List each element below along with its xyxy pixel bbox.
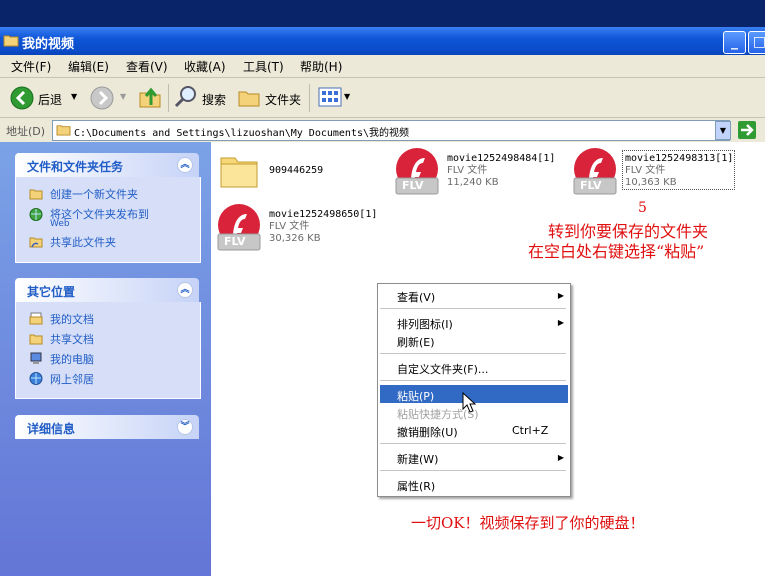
network-places-link[interactable]: 网上邻居 <box>50 371 94 387</box>
menu-file[interactable]: 文件(F) <box>11 58 51 75</box>
file-name[interactable]: 909446259 <box>269 165 323 177</box>
file-size: 11,240 KB <box>447 177 499 188</box>
forward-arrow-icon[interactable] <box>90 86 114 110</box>
menu-item-undo-delete[interactable]: 撤销删除(U) <box>397 424 458 440</box>
address-label: 地址(D) <box>6 125 46 138</box>
file-size: 10,363 KB <box>625 177 677 188</box>
panel-file-tasks-header[interactable]: 文件和文件夹任务 ︽ <box>15 153 199 177</box>
toolbar <box>0 78 765 118</box>
file-name[interactable]: movie1252498313[1] <box>625 153 733 165</box>
search-icon[interactable] <box>174 85 198 109</box>
window-title: 我的视频 <box>22 37 75 52</box>
publish-folder-link-web[interactable]: Web <box>50 219 70 229</box>
shared-documents-link[interactable]: 共享文档 <box>50 331 94 347</box>
panel-details-header[interactable]: 详细信息 ︾ <box>15 415 199 439</box>
folder-icon <box>56 125 71 136</box>
menu-item-arrange-icons[interactable]: 排列图标(I) <box>397 316 453 332</box>
panel-title: 文件和文件夹任务 <box>27 160 124 174</box>
file-size: 30,326 KB <box>269 233 321 244</box>
folders-icon[interactable] <box>237 86 261 108</box>
instruction-line-2: 在空白处右键选择“粘贴” <box>528 242 705 261</box>
back-arrow-icon[interactable] <box>10 86 34 110</box>
file-name[interactable]: movie1252498484[1] <box>447 153 555 165</box>
collapse-chevron-icon[interactable]: ︽ <box>177 282 193 298</box>
collapse-chevron-icon[interactable]: ︽ <box>177 157 193 173</box>
menu-item-undo-shortcut: Ctrl+Z <box>512 424 549 437</box>
submenu-arrow-icon: ▶ <box>557 453 564 462</box>
menu-item-new[interactable]: 新建(W) <box>397 451 438 467</box>
address-dropdown-icon[interactable]: ▼ <box>715 121 731 140</box>
panel-file-tasks-body: 创建一个新文件夹 将这个文件夹发布到 Web 共享此文件夹 <box>15 177 201 263</box>
back-button[interactable]: 后退 <box>38 91 62 108</box>
menu-bar <box>0 55 765 78</box>
minimize-button[interactable]: _ <box>723 31 746 54</box>
menu-item-properties[interactable]: 属性(R) <box>397 478 435 494</box>
menu-item-refresh[interactable]: 刷新(E) <box>397 334 435 350</box>
menu-separator <box>380 443 566 444</box>
flv-badge: FLV <box>224 235 246 248</box>
menu-edit[interactable]: 编辑(E) <box>68 58 109 75</box>
address-path: C:\Documents and Settings\lizuoshan\My D… <box>74 128 410 139</box>
title-bar[interactable] <box>0 27 765 55</box>
maximize-button[interactable]: □ <box>748 31 765 54</box>
file-type: FLV 文件 <box>625 165 666 176</box>
my-documents-icon <box>29 312 43 325</box>
views-icon[interactable] <box>318 87 342 107</box>
go-arrow-icon[interactable] <box>737 120 757 140</box>
submenu-arrow-icon: ▶ <box>557 318 564 327</box>
file-type: FLV 文件 <box>447 165 488 176</box>
search-button[interactable]: 搜索 <box>202 91 226 108</box>
network-places-icon <box>29 372 43 385</box>
new-folder-icon <box>29 189 43 200</box>
file-type: FLV 文件 <box>269 221 310 232</box>
panel-title: 其它位置 <box>27 285 76 299</box>
menu-tools[interactable]: 工具(T) <box>243 58 284 75</box>
step-number: 5 <box>638 200 647 216</box>
share-folder-icon <box>29 237 43 248</box>
up-folder-icon[interactable] <box>138 85 162 109</box>
completion-message: 一切OK！视频保存到了你的硬盘！ <box>411 514 645 532</box>
shared-documents-icon <box>29 334 43 345</box>
menu-item-customize-folder[interactable]: 自定义文件夹(F)... <box>397 361 488 377</box>
my-computer-icon <box>30 352 42 364</box>
menu-item-paste[interactable]: 粘贴(P) <box>397 388 434 404</box>
panel-title: 详细信息 <box>27 422 76 436</box>
flv-badge: FLV <box>580 179 602 192</box>
forward-dropdown-icon[interactable]: ▼ <box>120 92 126 101</box>
menu-separator <box>380 353 566 354</box>
my-documents-link[interactable]: 我的文档 <box>50 311 94 327</box>
create-folder-link[interactable]: 创建一个新文件夹 <box>50 186 138 202</box>
toolbar-separator <box>309 84 310 112</box>
back-dropdown-icon[interactable]: ▼ <box>71 92 77 101</box>
folder-icon[interactable] <box>219 150 259 190</box>
expand-chevron-icon[interactable]: ︾ <box>177 419 193 435</box>
panel-other-places-body: 我的文档 共享文档 我的电脑 网上邻居 <box>15 302 201 399</box>
menu-separator <box>380 380 566 381</box>
views-dropdown-icon[interactable]: ▼ <box>344 92 350 101</box>
menu-separator <box>380 308 566 309</box>
my-computer-link[interactable]: 我的电脑 <box>50 351 94 367</box>
submenu-arrow-icon: ▶ <box>557 291 564 300</box>
menu-favorites[interactable]: 收藏(A) <box>184 58 226 75</box>
folders-button[interactable]: 文件夹 <box>265 91 301 108</box>
file-name[interactable]: movie1252498650[1] <box>269 209 377 221</box>
menu-separator <box>380 470 566 471</box>
menu-item-view[interactable]: 查看(V) <box>397 289 435 305</box>
panel-other-places-header[interactable]: 其它位置 ︽ <box>15 278 199 302</box>
mouse-cursor-icon <box>462 392 476 413</box>
toolbar-separator <box>168 84 169 112</box>
menu-help[interactable]: 帮助(H) <box>300 58 342 75</box>
share-folder-link[interactable]: 共享此文件夹 <box>50 234 116 250</box>
desktop-band <box>0 0 765 27</box>
web-publish-icon <box>29 208 43 221</box>
menu-view[interactable]: 查看(V) <box>126 58 168 75</box>
folder-icon <box>3 35 19 47</box>
context-menu: 查看(V) ▶ 排列图标(I) ▶ 刷新(E) 自定义文件夹(F)... 粘贴(… <box>377 283 571 497</box>
flv-badge: FLV <box>402 179 424 192</box>
